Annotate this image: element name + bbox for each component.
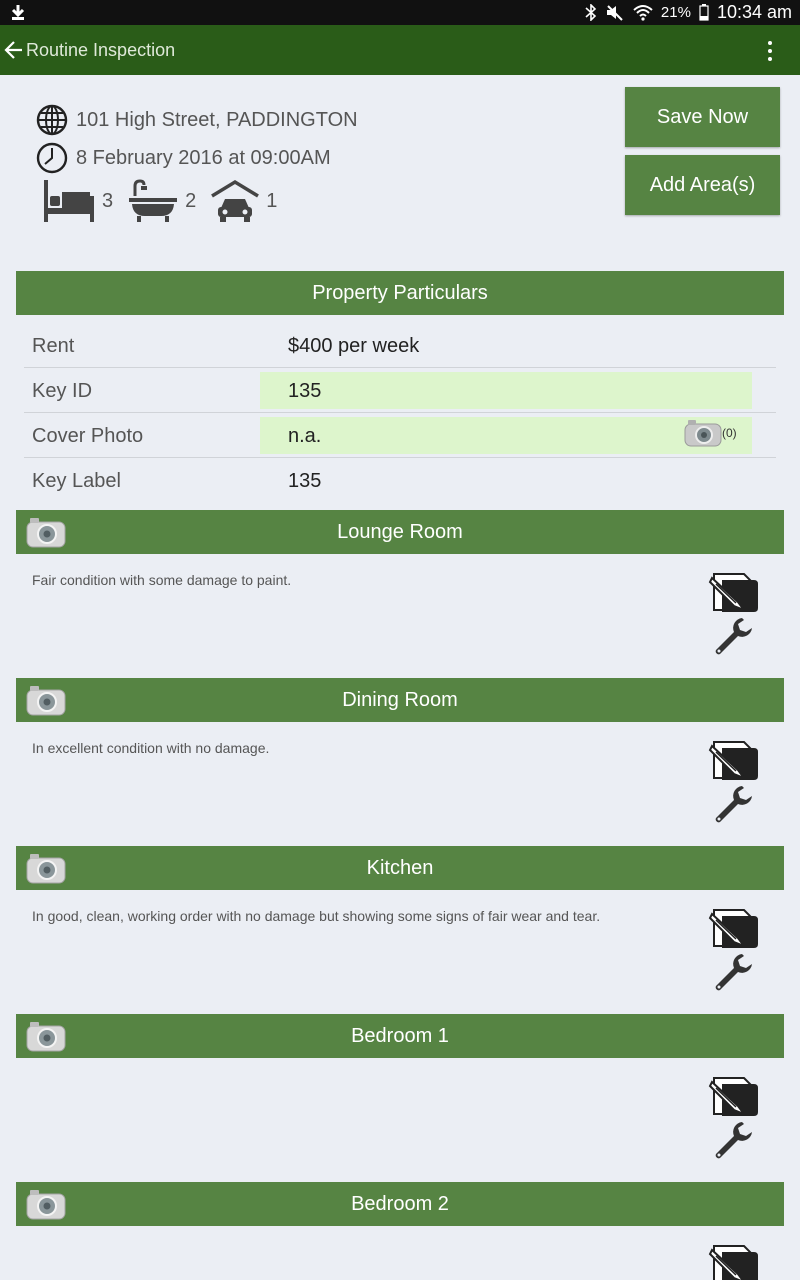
edit-note-icon[interactable]	[708, 738, 760, 780]
area-title: Kitchen	[366, 856, 434, 879]
key-id-value[interactable]: 135	[288, 380, 321, 403]
area-note: In good, clean, working order with no da…	[32, 908, 601, 924]
wifi-icon	[633, 5, 653, 21]
clock-icon	[36, 142, 68, 174]
back-arrow-icon[interactable]	[4, 39, 24, 61]
bathroom-count: 2	[185, 189, 197, 212]
address-row: 101 High Street, PADDINGTON	[36, 104, 358, 136]
rent-value: $400 per week	[288, 335, 420, 357]
key-label-value: 135	[288, 470, 322, 492]
area-note: Fair condition with some damage to paint…	[32, 572, 292, 588]
status-bar: 21% 10:34 am	[0, 0, 800, 25]
page-title: Routine Inspection	[26, 40, 176, 60]
cover-photo-field[interactable]	[260, 417, 752, 454]
bedroom-count: 3	[102, 189, 114, 212]
edit-note-icon[interactable]	[708, 570, 760, 612]
area-header[interactable]: Bedroom 2	[16, 1182, 784, 1226]
globe-icon	[36, 104, 68, 136]
property-particulars-header: Property Particulars	[16, 271, 784, 315]
bathtub-icon	[129, 179, 178, 222]
datetime-row: 8 February 2016 at 09:00AM	[36, 142, 331, 174]
garage-count: 1	[266, 189, 278, 212]
cover-photo-camera[interactable]: (0)	[684, 419, 737, 447]
area-title: Lounge Room	[337, 520, 463, 543]
area-title: Dining Room	[342, 688, 458, 711]
section-title: Property Particulars	[312, 281, 488, 304]
camera-icon[interactable]	[26, 1020, 66, 1052]
mute-icon	[606, 5, 623, 21]
wrench-icon[interactable]	[712, 784, 754, 826]
add-areas-button[interactable]: Add Area(s)	[625, 155, 780, 215]
property-features: 3 2 1	[42, 178, 291, 224]
key-id-field[interactable]	[260, 372, 752, 409]
battery-percentage: 21%	[660, 4, 691, 21]
cover-photo-label: Cover Photo	[32, 425, 144, 447]
wrench-icon[interactable]	[712, 616, 754, 658]
key-label-row: Key Label 135	[24, 458, 776, 503]
area-header[interactable]: Kitchen	[16, 846, 784, 890]
key-id-label: Key ID	[32, 380, 93, 402]
edit-note-icon[interactable]	[708, 1074, 760, 1116]
inspection-datetime: 8 February 2016 at 09:00AM	[76, 146, 331, 169]
camera-icon[interactable]	[26, 852, 66, 884]
camera-icon[interactable]	[26, 1188, 66, 1220]
photo-count: (0)	[722, 426, 737, 440]
key-label-label: Key Label	[32, 470, 121, 492]
area-header[interactable]: Lounge Room	[16, 510, 784, 554]
bluetooth-icon	[585, 4, 597, 21]
garage-car-icon	[211, 179, 260, 222]
area-header[interactable]: Bedroom 1	[16, 1014, 784, 1058]
camera-icon[interactable]	[26, 516, 66, 548]
download-icon	[11, 5, 25, 20]
camera-icon[interactable]	[684, 419, 722, 447]
app-bar: Routine Inspection	[0, 25, 800, 75]
edit-note-icon[interactable]	[708, 906, 760, 948]
area-header[interactable]: Dining Room	[16, 678, 784, 722]
save-now-button[interactable]: Save Now	[625, 87, 780, 147]
edit-note-icon[interactable]	[708, 1242, 760, 1280]
battery-icon	[699, 4, 709, 21]
rent-row: Rent $400 per week	[24, 323, 776, 368]
cover-photo-value: n.a.	[288, 425, 322, 447]
key-id-row: Key ID 135	[24, 368, 776, 413]
camera-icon[interactable]	[26, 684, 66, 716]
property-address: 101 High Street, PADDINGTON	[76, 108, 358, 131]
overflow-menu-icon[interactable]	[766, 41, 774, 61]
area-note: In excellent condition with no damage.	[32, 740, 270, 756]
bed-icon	[44, 180, 94, 222]
wrench-icon[interactable]	[712, 952, 754, 994]
clock: 10:34 am	[716, 2, 792, 22]
area-title: Bedroom 1	[351, 1024, 449, 1047]
area-title: Bedroom 2	[351, 1192, 449, 1215]
wrench-icon[interactable]	[712, 1120, 754, 1162]
rent-label: Rent	[32, 335, 75, 357]
cover-photo-row: Cover Photo n.a. (0)	[24, 413, 776, 458]
